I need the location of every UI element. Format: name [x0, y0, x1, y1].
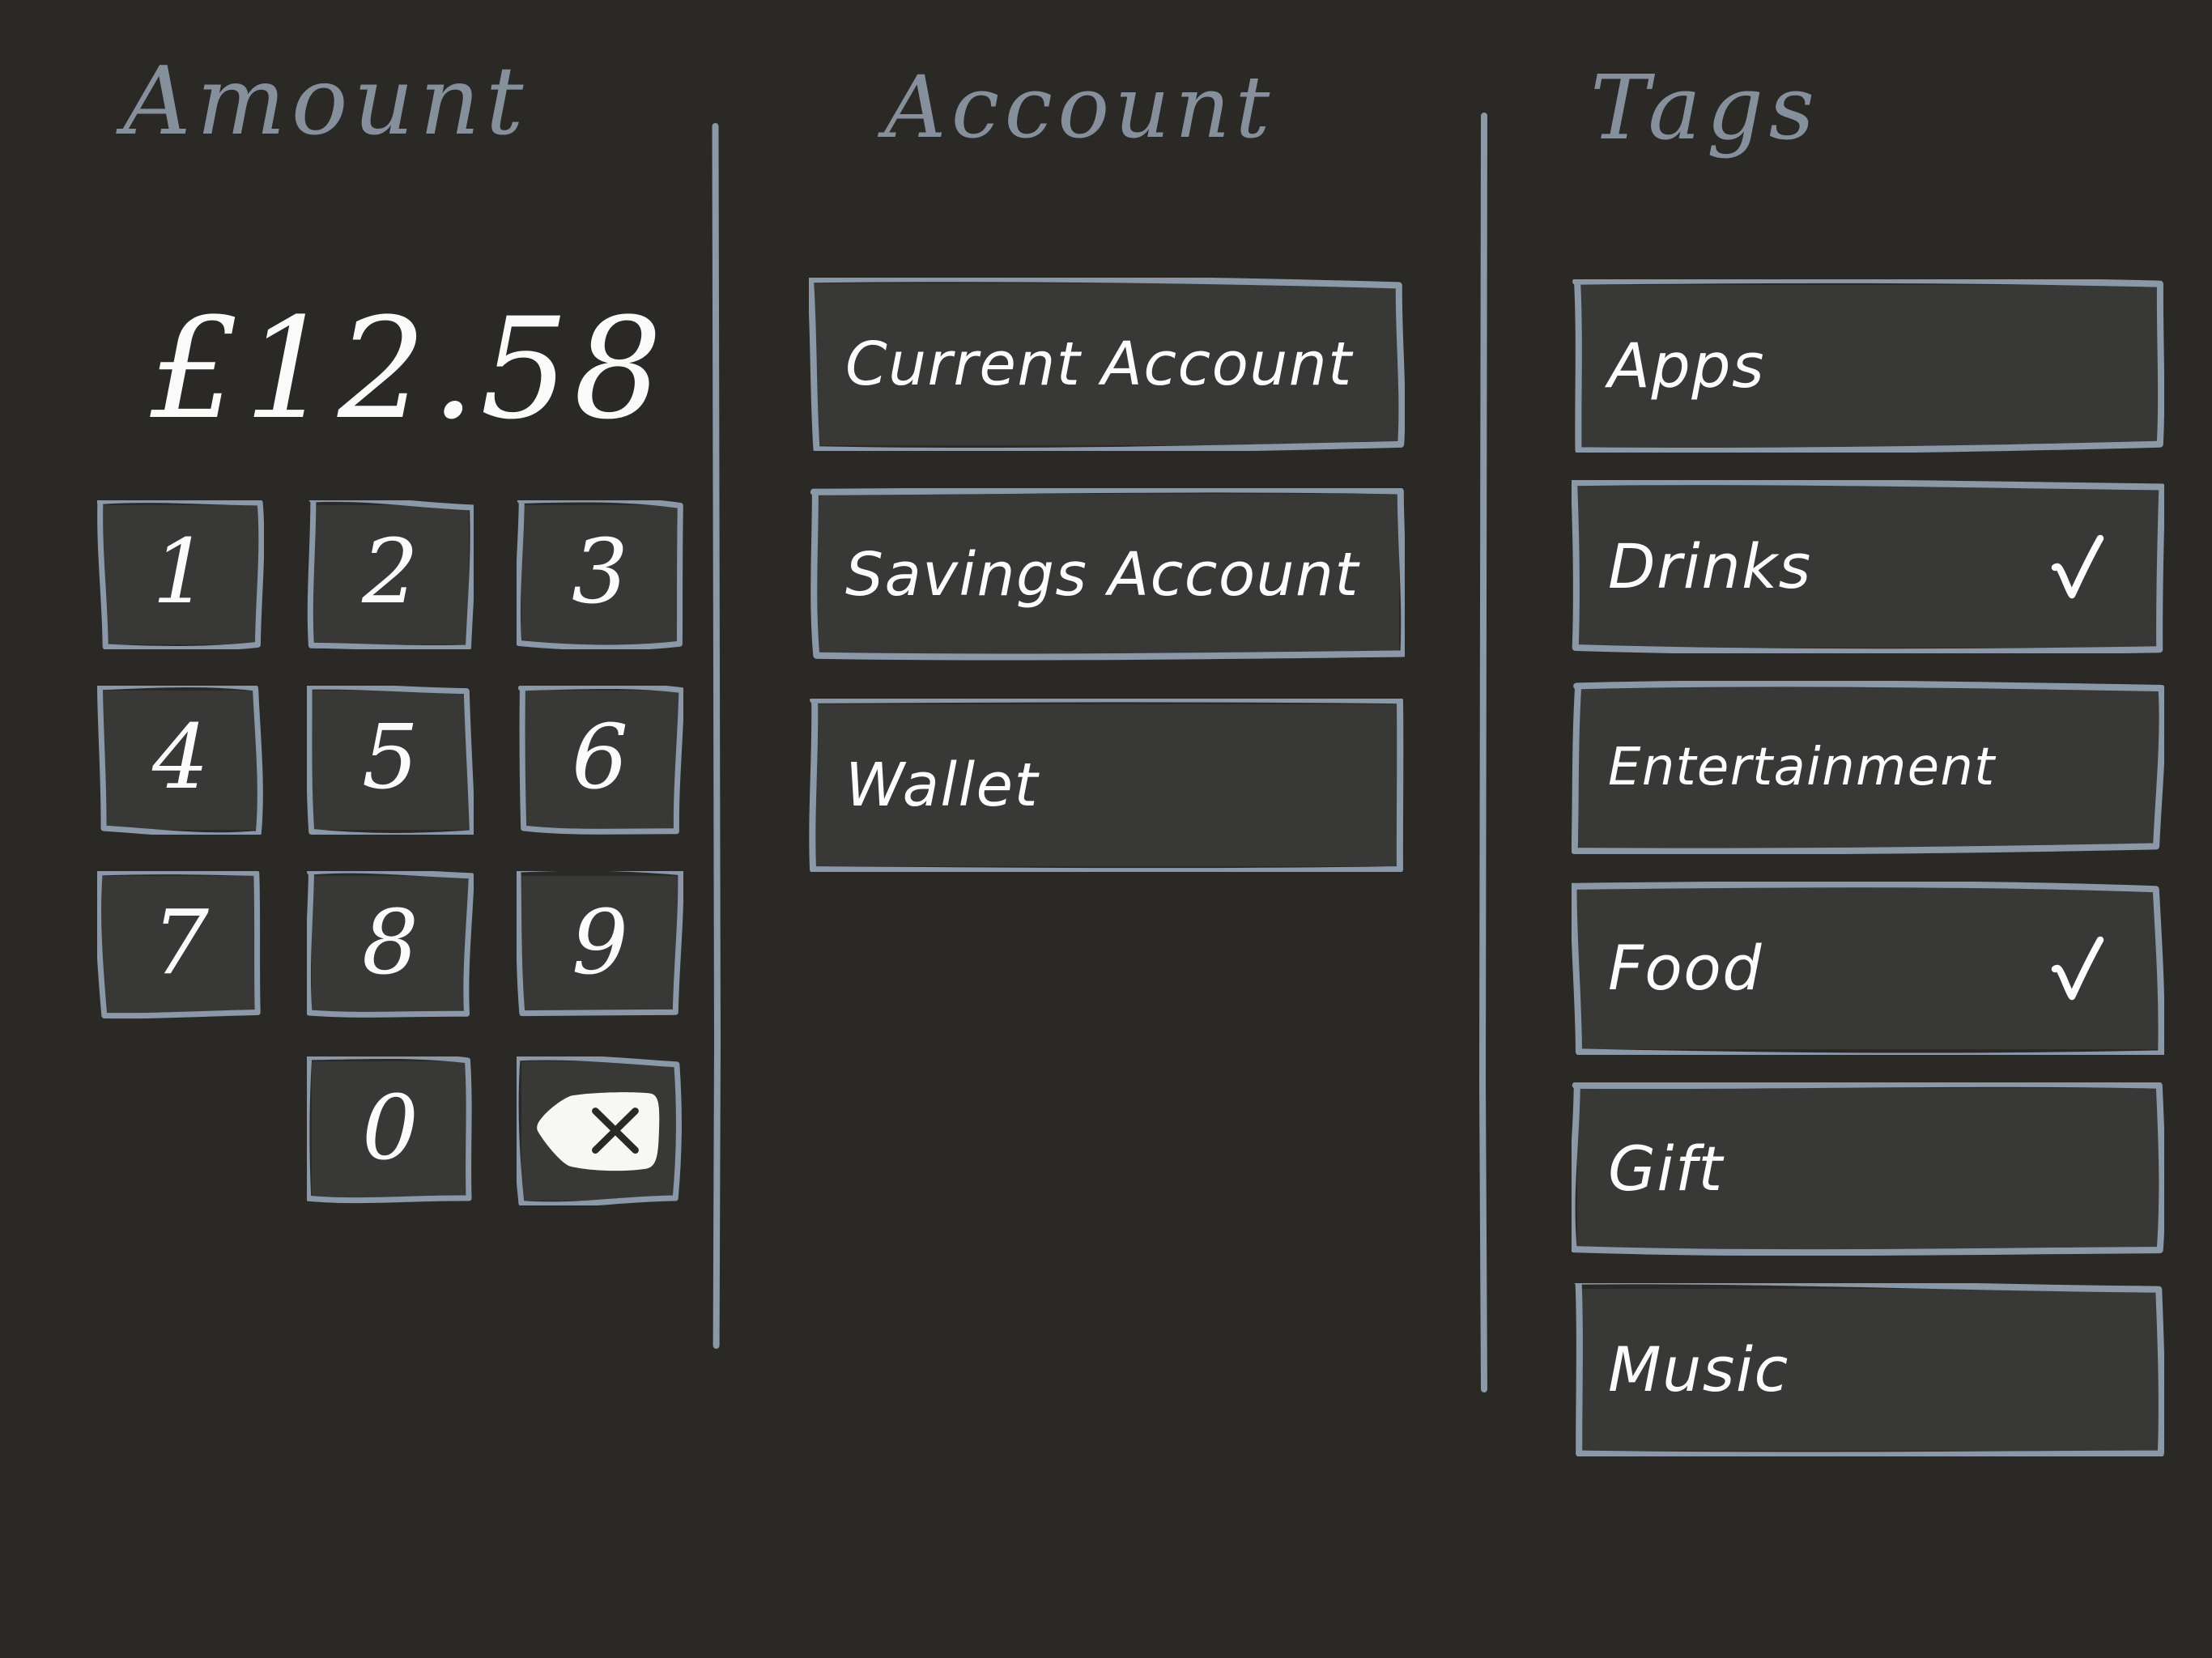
- expense-entry-screen: Amount £12.58 1 2 3 4 5 6 7 8 9 0 Account Current…: [0, 0, 2212, 1658]
- tag-option[interactable]: Music: [1574, 1283, 2164, 1456]
- key-2-label: 2: [362, 520, 419, 623]
- check-icon: [2051, 534, 2104, 599]
- tag-option[interactable]: Gift: [1572, 1082, 2164, 1256]
- account-option[interactable]: Wallet: [809, 699, 1404, 872]
- key-2[interactable]: 2: [307, 500, 474, 649]
- tag-option-label: Gift: [1608, 1133, 1724, 1205]
- key-8[interactable]: 8: [307, 871, 474, 1018]
- account-option-label: Wallet: [845, 750, 1040, 820]
- tag-option[interactable]: Apps: [1572, 279, 2164, 453]
- key-backspace-label: [521, 1061, 678, 1201]
- key-0[interactable]: 0: [307, 1056, 472, 1204]
- tag-option-label: Apps: [1608, 329, 1766, 402]
- tag-option-label: Entertainment: [1608, 738, 1996, 797]
- tag-option[interactable]: Entertainment: [1572, 681, 2164, 854]
- key-0-label: 0: [362, 1076, 419, 1180]
- backspace-delete-icon: [537, 1092, 660, 1171]
- key-1[interactable]: 1: [97, 500, 264, 649]
- check-icon: [2051, 936, 2104, 1001]
- key-9[interactable]: 9: [517, 871, 683, 1017]
- key-9-label: 9: [572, 891, 628, 994]
- key-3-label: 3: [572, 520, 628, 623]
- key-5[interactable]: 5: [307, 686, 474, 835]
- tag-option-label: Music: [1608, 1333, 1789, 1405]
- key-7-label: 7: [152, 891, 209, 994]
- account-option-label: Savings Account: [845, 540, 1359, 610]
- tag-option[interactable]: Food: [1572, 882, 2164, 1055]
- account-option-label: Current Account: [845, 329, 1353, 399]
- key-6[interactable]: 6: [517, 686, 683, 835]
- divider-amount-account: [712, 123, 721, 1349]
- account-option[interactable]: Current Account: [809, 278, 1405, 451]
- column-header-amount: Amount: [123, 47, 530, 156]
- key-1-label: 1: [152, 520, 209, 623]
- divider-account-tags: [1478, 113, 1487, 1392]
- key-8-label: 8: [362, 891, 419, 994]
- key-7[interactable]: 7: [97, 871, 261, 1019]
- key-backspace[interactable]: [517, 1056, 682, 1205]
- amount-display: £12.58: [151, 287, 667, 450]
- tag-option-label: Drinks: [1608, 530, 1812, 602]
- tag-option[interactable]: Drinks: [1572, 480, 2164, 653]
- key-6-label: 6: [572, 705, 628, 809]
- column-header-tags: Tags: [1590, 56, 1820, 159]
- column-header-account: Account: [884, 57, 1275, 157]
- account-option[interactable]: Savings Account: [810, 488, 1405, 661]
- key-4-label: 4: [152, 705, 209, 809]
- numeric-keypad: 1 2 3 4 5 6 7 8 9 0: [97, 500, 683, 1234]
- key-3[interactable]: 3: [517, 500, 683, 649]
- key-5-label: 5: [362, 705, 419, 809]
- key-4[interactable]: 4: [97, 686, 263, 835]
- tag-option-label: Food: [1608, 932, 1763, 1004]
